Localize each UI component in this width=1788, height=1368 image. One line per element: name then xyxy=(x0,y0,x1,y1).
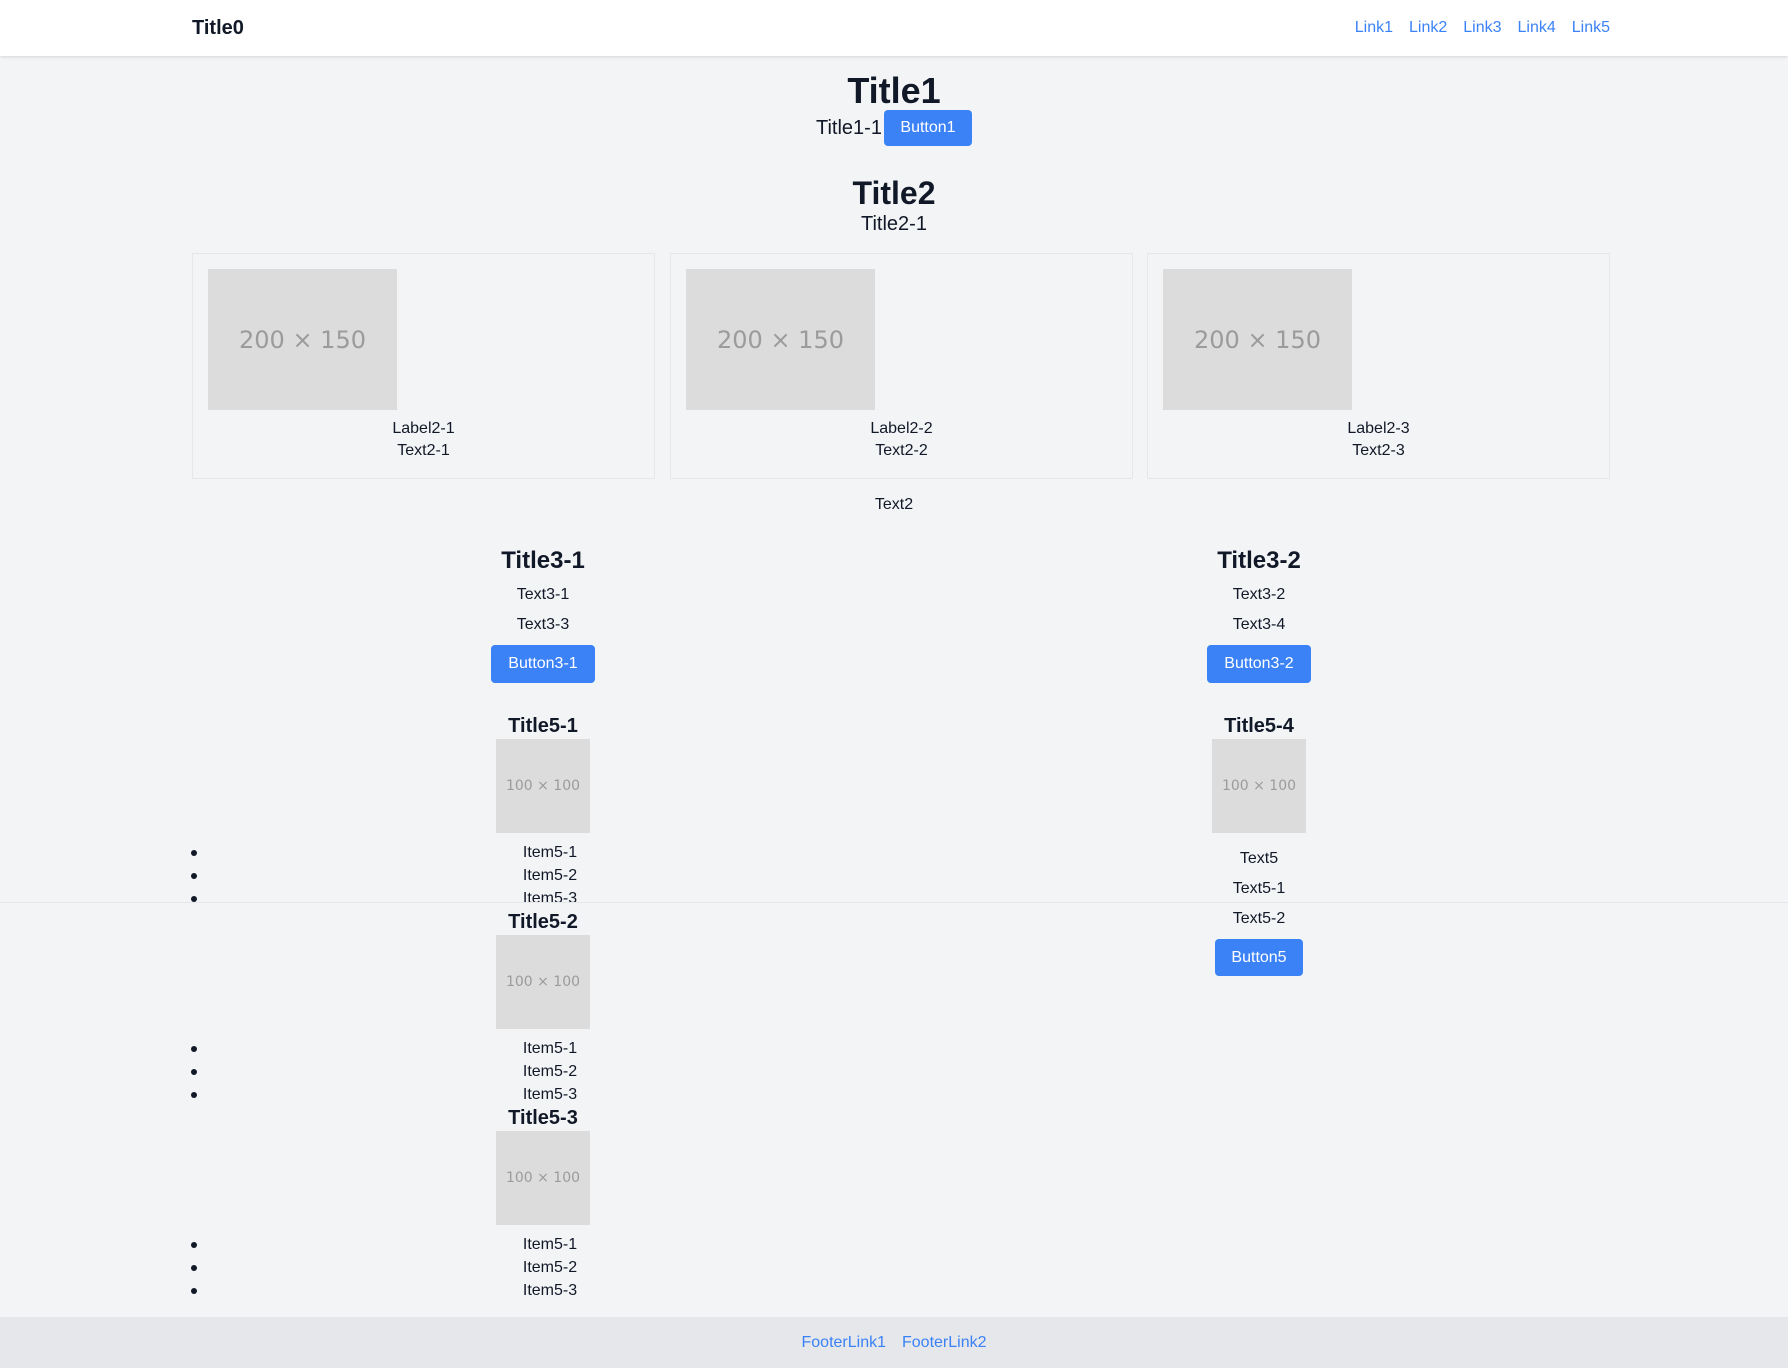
list-item: Item5-3 xyxy=(522,890,578,907)
hero-title: Title1 xyxy=(847,70,941,111)
bullet-icon xyxy=(191,1046,197,1052)
hero-subtitle: Title1-1 xyxy=(816,117,882,139)
section3-left-text-1: Text3-1 xyxy=(516,586,570,603)
bullet-icon xyxy=(191,1092,197,1098)
section3-right-text-2: Text3-4 xyxy=(1232,616,1286,633)
nav-links: Link1 Link2 Link3 Link4 Link5 xyxy=(1355,18,1610,38)
section5-right: Title5-4 100 × 100 Text5 Text5-1 Text5-2… xyxy=(1059,713,1459,976)
bullet-icon xyxy=(191,1265,197,1271)
section5-block-title: Title5-2 xyxy=(508,911,578,933)
site-title[interactable]: Title0 xyxy=(192,16,244,40)
bullet-icon xyxy=(191,850,197,856)
list-item: Item5-3 xyxy=(522,1282,578,1299)
section5-block-title: Title5-1 xyxy=(508,715,578,737)
section5-right-button[interactable]: Button5 xyxy=(1215,939,1303,976)
block-image-placeholder: 100 × 100 xyxy=(496,1131,590,1225)
section3-left-button[interactable]: Button3-1 xyxy=(491,645,595,683)
card-text: Text2-2 xyxy=(875,442,928,459)
section5-right-title: Title5-4 xyxy=(1224,715,1294,737)
section5-block-1: Title5-1 100 × 100 xyxy=(343,713,743,833)
footer-link-2[interactable]: FooterLink2 xyxy=(902,1334,987,1352)
bullet-icon xyxy=(191,1069,197,1075)
block-image-placeholder: 100 × 100 xyxy=(496,935,590,1029)
list-item: Item5-2 xyxy=(522,867,578,884)
section3-left: Title3-1 Text3-1 Text3-3 Button3-1 xyxy=(343,546,743,683)
card-label: Label2-3 xyxy=(1347,420,1410,437)
section5-block-3: Title5-3 100 × 100 xyxy=(343,1105,743,1225)
card-text: Text2-1 xyxy=(397,442,450,459)
section3-left-title: Title3-1 xyxy=(501,547,585,574)
footer: FooterLink1 FooterLink2 xyxy=(0,1317,1788,1368)
section2-text: Text2 xyxy=(874,496,914,513)
section2-title: Title2 xyxy=(852,175,936,211)
card-text: Text2-3 xyxy=(1352,442,1405,459)
section5-right-text-1: Text5 xyxy=(1239,850,1279,867)
card-1: 200 × 150 Label2-1 Text2-1 xyxy=(192,253,655,479)
top-navbar: Title0 Link1 Link2 Link3 Link4 Link5 xyxy=(0,0,1788,56)
section3-right: Title3-2 Text3-2 Text3-4 Button3-2 xyxy=(1059,546,1459,683)
nav-link-1[interactable]: Link1 xyxy=(1355,18,1393,38)
list-item: Item5-2 xyxy=(522,1259,578,1276)
nav-link-2[interactable]: Link2 xyxy=(1409,18,1447,38)
card-3: 200 × 150 Label2-3 Text2-3 xyxy=(1147,253,1610,479)
list-item: Item5-1 xyxy=(522,844,578,861)
list-item: Item5-2 xyxy=(522,1063,578,1080)
section5-right-text-2: Text5-1 xyxy=(1232,880,1286,897)
section3-right-text-1: Text3-2 xyxy=(1232,586,1286,603)
card-image-placeholder: 200 × 150 xyxy=(686,269,875,410)
nav-link-3[interactable]: Link3 xyxy=(1463,18,1501,38)
card-label: Label2-1 xyxy=(392,420,455,437)
hero-subtitle-row: Title1-1 Button1 xyxy=(0,110,1788,146)
list-item: Item5-1 xyxy=(522,1040,578,1057)
list-item: Item5-1 xyxy=(522,1236,578,1253)
section3-right-title: Title3-2 xyxy=(1217,547,1301,574)
footer-link-1[interactable]: FooterLink1 xyxy=(802,1334,887,1352)
bullet-icon xyxy=(191,1242,197,1248)
card-image-placeholder: 200 × 150 xyxy=(208,269,397,410)
block-image-placeholder: 100 × 100 xyxy=(496,739,590,833)
section5-block-title: Title5-3 xyxy=(508,1107,578,1129)
nav-link-4[interactable]: Link4 xyxy=(1518,18,1556,38)
card-label: Label2-2 xyxy=(870,420,933,437)
section2-subtitle: Title2-1 xyxy=(861,213,927,235)
section5-right-text-3: Text5-2 xyxy=(1232,910,1286,927)
list-item: Item5-3 xyxy=(522,1086,578,1103)
hero-button[interactable]: Button1 xyxy=(883,110,972,146)
card-image-placeholder: 200 × 150 xyxy=(1163,269,1352,410)
section3-left-text-2: Text3-3 xyxy=(516,616,570,633)
card-2: 200 × 150 Label2-2 Text2-2 xyxy=(670,253,1133,479)
bullet-icon xyxy=(191,1288,197,1294)
section5-block-2: Title5-2 100 × 100 xyxy=(343,909,743,1029)
bullet-icon xyxy=(191,873,197,879)
section-divider xyxy=(0,902,1788,903)
section3-right-button[interactable]: Button3-2 xyxy=(1207,645,1311,683)
nav-link-5[interactable]: Link5 xyxy=(1572,18,1610,38)
block-image-placeholder: 100 × 100 xyxy=(1212,739,1306,833)
